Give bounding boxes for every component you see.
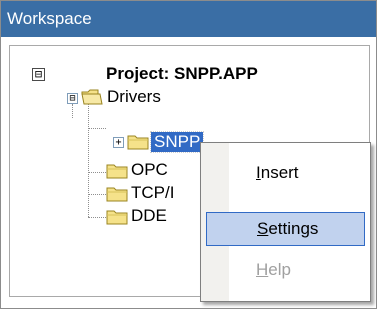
menu-item-insert[interactable]: Insert [206,157,365,191]
collapse-root-expander[interactable]: ⊟ [32,68,45,81]
tree-line [88,101,89,217]
help-accelerator: H [256,260,269,279]
folder-icon [106,162,128,180]
menu-item-help[interactable]: Help [206,254,365,288]
settings-label: ettings [268,219,319,238]
settings-accelerator: S [257,219,269,238]
tree-item-dde[interactable]: DDE [131,206,167,226]
open-folder-icon [81,88,103,106]
collapse-drivers-expander[interactable]: ⊟ [67,93,78,104]
tree-line [72,104,73,118]
tree-line [88,128,106,129]
tree-line [88,194,106,195]
window-title: Workspace [1,1,376,37]
tree-item-tcp[interactable]: TCP/I [131,183,174,203]
workspace-window: Workspace ⊟ Project: SNPP.APP ⊟ Drivers … [0,0,377,309]
folder-icon [127,133,149,151]
context-menu: Insert Settings Help [200,142,371,302]
menu-item-settings[interactable]: Settings [206,212,365,246]
tree-item-drivers[interactable]: Drivers [107,87,161,107]
tree-item-snpp[interactable]: SNPP [149,131,205,153]
expand-snpp-expander[interactable]: + [113,137,124,148]
help-label: elp [268,260,291,279]
tree-line [88,217,106,218]
tree-line [88,172,106,173]
tree-item-opc[interactable]: OPC [131,160,168,180]
folder-icon [106,208,128,226]
folder-icon [106,185,128,203]
insert-label: nsert [260,163,299,182]
tree-root-label[interactable]: Project: SNPP.APP [106,64,258,84]
